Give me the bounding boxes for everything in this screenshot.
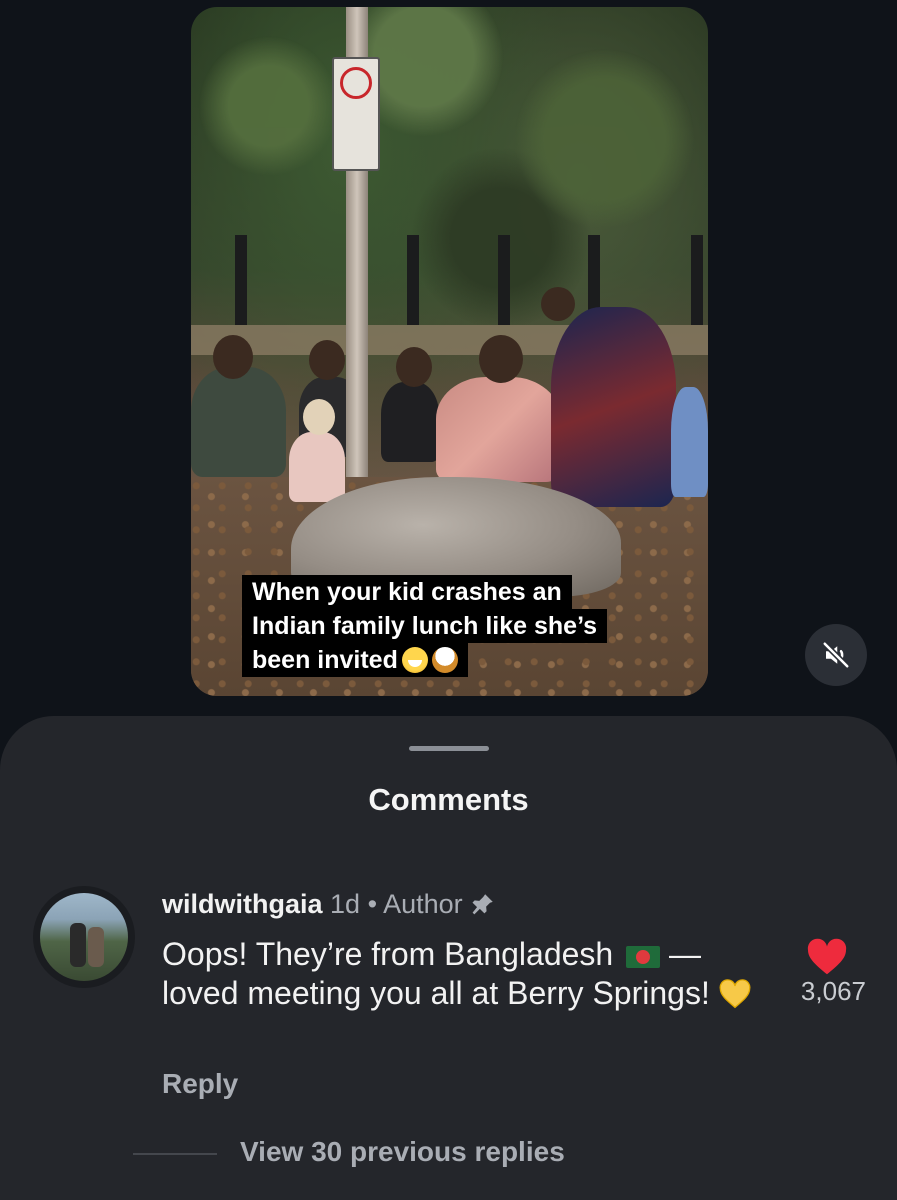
replies-divider xyxy=(133,1153,217,1155)
video-bollard xyxy=(691,235,703,325)
author-badge: Author xyxy=(383,889,463,919)
like-button[interactable] xyxy=(806,938,848,981)
grinning-sweat-emoji-icon xyxy=(401,647,428,673)
comment-time: 1d xyxy=(330,889,361,919)
comment-text-part1: Oops! They’re from Bangladesh xyxy=(162,936,614,972)
comment-username[interactable]: wildwithgaia xyxy=(162,889,323,919)
comment-text-part2: loved meeting you all at Berry Springs! xyxy=(162,975,710,1011)
avatar-image xyxy=(40,893,128,981)
video-child-head xyxy=(303,399,335,435)
video-bollard xyxy=(235,235,247,325)
speaker-muted-icon xyxy=(821,640,851,670)
video-person xyxy=(436,377,561,482)
caption-line: When your kid crashes an xyxy=(242,575,572,609)
avatar-person xyxy=(70,923,86,967)
meta-separator: • xyxy=(367,889,378,919)
yellow-heart-emoji-icon xyxy=(719,979,751,1009)
caption-line: Indian family lunch like she’s xyxy=(242,609,608,643)
video-person-head xyxy=(479,335,523,383)
comment-text: Oops! They’re from Bangladesh — loved me… xyxy=(162,935,762,1013)
comment-text-dash: — xyxy=(668,936,701,972)
video-person xyxy=(551,307,676,507)
video-person-head xyxy=(309,340,345,380)
avatar-person xyxy=(88,927,104,967)
sheet-drag-handle[interactable] xyxy=(409,746,489,751)
video-person-head xyxy=(541,287,575,321)
video-person xyxy=(381,382,439,462)
comments-sheet: Comments wildwithgaia 1d • Author Oops! … xyxy=(0,716,897,1200)
video-bollard xyxy=(407,235,419,325)
video-person xyxy=(671,387,708,497)
view-previous-replies-button[interactable]: View 30 previous replies xyxy=(240,1136,565,1168)
video-child xyxy=(289,432,345,502)
reply-button[interactable]: Reply xyxy=(162,1068,238,1100)
sheet-title: Comments xyxy=(368,782,529,817)
pin-icon xyxy=(472,894,493,915)
caption-line-last: been invited xyxy=(242,643,468,677)
bangladesh-flag-icon xyxy=(626,946,661,968)
video-street-sign xyxy=(332,57,380,171)
like-count: 3,067 xyxy=(800,976,866,1006)
caption-line-text: been invited xyxy=(252,646,398,674)
video-caption: When your kid crashes an Indian family l… xyxy=(242,575,608,677)
rice-bowl-emoji-icon xyxy=(431,647,458,673)
comment-meta: wildwithgaia 1d • Author xyxy=(162,886,496,922)
video-player[interactable]: When your kid crashes an Indian family l… xyxy=(191,7,708,696)
video-person-head xyxy=(213,335,253,379)
video-person xyxy=(191,367,286,477)
video-person-head xyxy=(396,347,432,387)
heart-icon xyxy=(807,938,847,975)
video-foliage xyxy=(191,7,708,337)
avatar[interactable] xyxy=(33,886,135,988)
video-bollard xyxy=(498,235,510,325)
mute-toggle-button[interactable] xyxy=(805,624,867,686)
